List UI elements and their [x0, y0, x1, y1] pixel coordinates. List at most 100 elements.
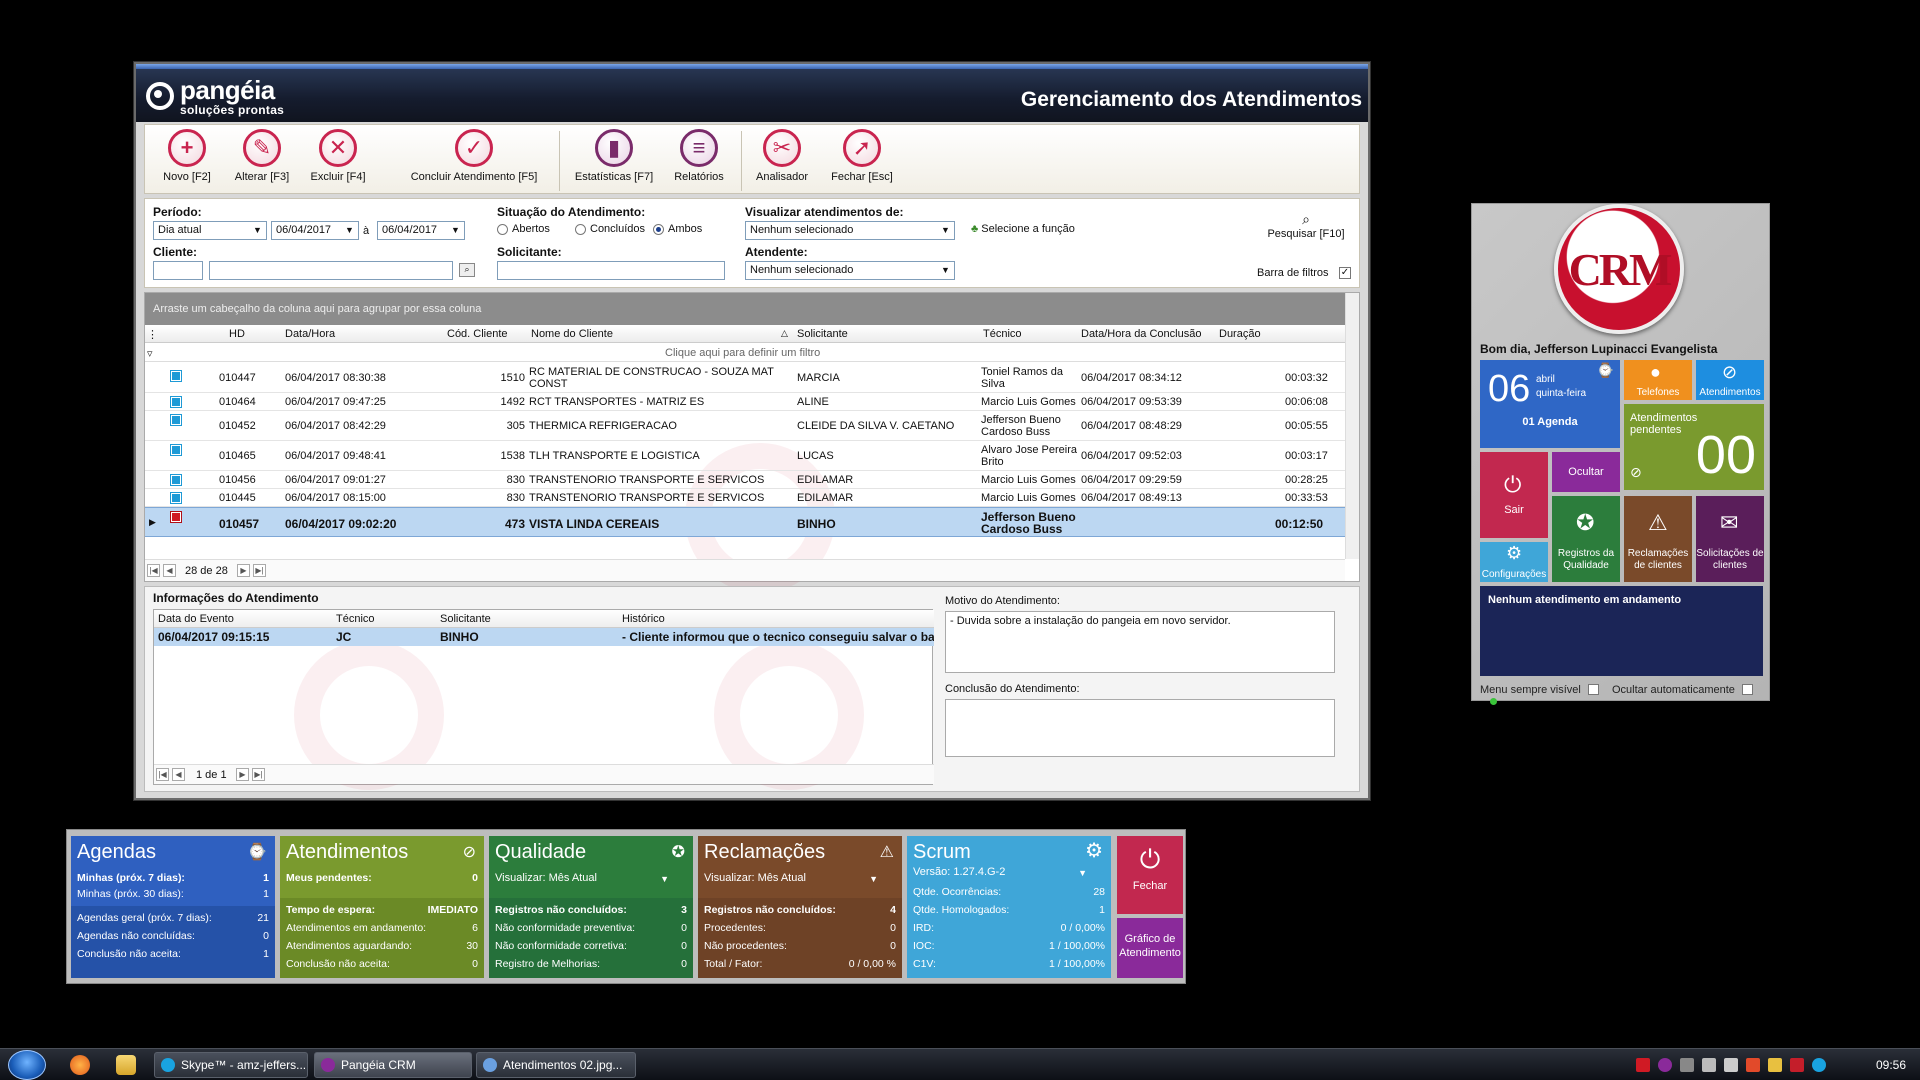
people-icon: ♣ — [971, 223, 979, 235]
last-page-icon[interactable]: ▶| — [252, 768, 265, 781]
ocultar-tile[interactable]: Ocultar — [1552, 452, 1620, 492]
ocultar-auto-checkbox[interactable] — [1741, 684, 1753, 695]
col-solicitante[interactable]: Solicitante — [797, 328, 848, 340]
grid-filter-row[interactable]: ▿ Clique aqui para definir um filtro — [145, 344, 1345, 362]
column-chooser-icon[interactable]: ⋮ — [147, 328, 158, 341]
fechar-button[interactable]: ➚ Fechar [Esc] — [825, 129, 899, 191]
col-cod-cliente[interactable]: Cód. Cliente — [447, 328, 508, 340]
agenda-tile[interactable]: 06 abril quinta-feira ⌚ 01 Agenda — [1480, 360, 1620, 448]
registros-qualidade-tile[interactable]: ✪ Registros da Qualidade — [1552, 496, 1620, 582]
atendimentos-tile[interactable]: ⊘ Atendimentos — [1696, 360, 1764, 400]
visualizar-select[interactable]: Nenhum selecionado ▼ — [745, 221, 955, 240]
pesquisar-button[interactable]: ⌕ Pesquisar [F10] — [1263, 211, 1349, 240]
concluir-atendimento-button[interactable]: ✓ Concluir Atendimento [F5] — [409, 129, 539, 191]
table-row[interactable]: 010447 06/04/2017 08:30:38 1510 RC MATER… — [145, 363, 1345, 393]
firefox-icon[interactable] — [70, 1055, 90, 1075]
atendimentos-card[interactable]: Atendimentos ⊘ Meus pendentes: 0 Tempo de… — [280, 836, 484, 978]
relatorios-button[interactable]: ≡ Relatórios — [667, 129, 731, 191]
table-row[interactable]: 010464 06/04/2017 09:47:25 1492 RCT TRAN… — [145, 393, 1345, 411]
alterar-button[interactable]: ✎ Alterar [F3] — [229, 129, 295, 191]
radio-concluidos[interactable]: Concluídos — [575, 223, 645, 235]
prev-page-icon[interactable]: ◀ — [172, 768, 185, 781]
barra-filtros-checkbox[interactable]: ✓ — [1339, 267, 1351, 279]
col-data-hora[interactable]: Data/Hora — [285, 328, 335, 340]
last-page-icon[interactable]: ▶| — [253, 564, 266, 577]
estatisticas-button[interactable]: ▮ Estatísticas [F7] — [569, 129, 659, 191]
table-row[interactable]: 010452 06/04/2017 08:42:29 305 THERMICA … — [145, 411, 1345, 441]
col-historico[interactable]: Histórico — [622, 613, 665, 625]
col-solicitante[interactable]: Solicitante — [440, 613, 491, 625]
tray-network-icon[interactable] — [1680, 1058, 1694, 1072]
table-row[interactable]: 010456 06/04/2017 09:01:27 830 TRANSTENO… — [145, 471, 1345, 489]
col-hd[interactable]: HD — [229, 328, 245, 340]
logo-name: pangéia — [180, 74, 275, 105]
conclusao-textarea[interactable] — [945, 699, 1335, 757]
pendentes-tile[interactable]: Atendimentos pendentes 00 ⊘ — [1624, 404, 1764, 490]
solicitacoes-tile[interactable]: ✉ Solicitações de clientes — [1696, 496, 1764, 582]
first-page-icon[interactable]: |◀ — [156, 768, 169, 781]
tray-flag-icon[interactable] — [1746, 1058, 1760, 1072]
history-row[interactable]: 06/04/2017 09:15:15 JC BINHO - Cliente i… — [154, 628, 934, 646]
reclamacoes-period-select[interactable]: Visualizar: Mês Atual ▼ — [704, 872, 896, 890]
grafico-atendimento-button[interactable]: Gráfico de Atendimento — [1117, 918, 1183, 978]
novo-button[interactable]: + Novo [F2] — [159, 129, 215, 191]
tray-volume-icon[interactable] — [1724, 1058, 1738, 1072]
start-button[interactable] — [8, 1050, 46, 1080]
radio-abertos[interactable]: Abertos — [497, 223, 550, 235]
reclamacoes-card[interactable]: Reclamações ⚠ Visualizar: Mês Atual ▼ Reg… — [698, 836, 902, 978]
date-to-picker[interactable]: 06/04/2017 ▼ — [377, 221, 465, 240]
first-page-icon[interactable]: |◀ — [147, 564, 160, 577]
col-duracao[interactable]: Duração — [1219, 328, 1261, 340]
excluir-button[interactable]: ✕ Excluir [F4] — [305, 129, 371, 191]
tray-action-center-icon[interactable] — [1702, 1058, 1716, 1072]
fechar-label: Fechar [Esc] — [831, 171, 893, 183]
tray-security-icon[interactable] — [1768, 1058, 1782, 1072]
col-nome-cliente[interactable]: Nome do Cliente — [531, 328, 613, 340]
search-cliente-icon[interactable]: ⌕ — [459, 263, 475, 277]
table-row[interactable]: 010445 06/04/2017 08:15:00 830 TRANSTENO… — [145, 489, 1345, 507]
col-data-evento[interactable]: Data do Evento — [158, 613, 234, 625]
dashboard-fechar-button[interactable]: ⏻ Fechar — [1117, 836, 1183, 914]
table-row[interactable]: 010465 06/04/2017 09:48:41 1538 TLH TRAN… — [145, 441, 1345, 471]
sair-tile[interactable]: ⏻ Sair — [1480, 452, 1548, 538]
next-page-icon[interactable]: ▶ — [237, 564, 250, 577]
col-tecnico[interactable]: Técnico — [336, 613, 375, 625]
configuracoes-tile[interactable]: ⚙ Configurações — [1480, 542, 1548, 582]
cliente-name-input[interactable] — [209, 261, 453, 280]
scrum-card[interactable]: Scrum ⚙ Versão: 1.27.4.G-2 ▼ Qtde. Ocorrê… — [907, 836, 1111, 978]
task-skype[interactable]: Skype™ - amz-jeffers... — [154, 1052, 308, 1078]
motivo-textarea[interactable]: - Duvida sobre a instalação do pangeia e… — [945, 611, 1335, 673]
next-page-icon[interactable]: ▶ — [236, 768, 249, 781]
grid-scrollbar[interactable] — [1345, 293, 1359, 559]
power-icon: ⏻ — [1504, 472, 1522, 497]
task-image-viewer[interactable]: Atendimentos 02.jpg... — [476, 1052, 636, 1078]
analisador-button[interactable]: ✂ Analisador — [749, 129, 815, 191]
reclamacoes-tile[interactable]: ⚠ Reclamações de clientes — [1624, 496, 1692, 582]
prev-page-icon[interactable]: ◀ — [163, 564, 176, 577]
menu-visivel-checkbox[interactable] — [1587, 684, 1599, 695]
col-data-conclusao[interactable]: Data/Hora da Conclusão — [1081, 328, 1201, 340]
tray-skype-icon[interactable] — [1812, 1058, 1826, 1072]
date-from-picker[interactable]: 06/04/2017 ▼ — [271, 221, 359, 240]
cliente-code-input[interactable] — [153, 261, 203, 280]
atendente-select[interactable]: Nenhum selecionado ▼ — [745, 261, 955, 280]
clock[interactable]: 09:56 — [1876, 1058, 1906, 1072]
tray-s-icon[interactable] — [1790, 1058, 1804, 1072]
group-by-panel[interactable]: Arraste um cabeçalho da coluna aqui para… — [145, 293, 1345, 325]
periodo-select[interactable]: Dia atual ▼ — [153, 221, 267, 240]
agendas-card[interactable]: Agendas ⌚ Minhas (próx. 7 dias): 1 Minhas… — [71, 836, 275, 978]
radio-ambos[interactable]: Ambos — [653, 223, 702, 235]
qualidade-card[interactable]: Qualidade ✪ Visualizar: Mês Atual ▼ Regis… — [489, 836, 693, 978]
solicitante-input[interactable] — [497, 261, 725, 280]
qualidade-period-select[interactable]: Visualizar: Mês Atual ▼ — [495, 872, 687, 890]
task-pangeia-crm[interactable]: Pangéia CRM — [314, 1052, 472, 1078]
folder-icon[interactable] — [116, 1055, 136, 1075]
table-row-selected[interactable]: ▶ 010457 06/04/2017 09:02:20 473 VISTA L… — [145, 507, 1345, 537]
telefones-tile[interactable]: ● Telefones — [1624, 360, 1692, 400]
scrum-version-select[interactable]: Versão: 1.27.4.G-2 ▼ — [913, 866, 1105, 884]
tray-app-icon[interactable] — [1636, 1058, 1650, 1072]
tray-pangeia-icon[interactable] — [1658, 1058, 1672, 1072]
line-value: 0 — [681, 922, 687, 934]
col-tecnico[interactable]: Técnico — [983, 328, 1022, 340]
selecione-funcao-link[interactable]: ♣ Selecione a função — [971, 223, 1075, 235]
